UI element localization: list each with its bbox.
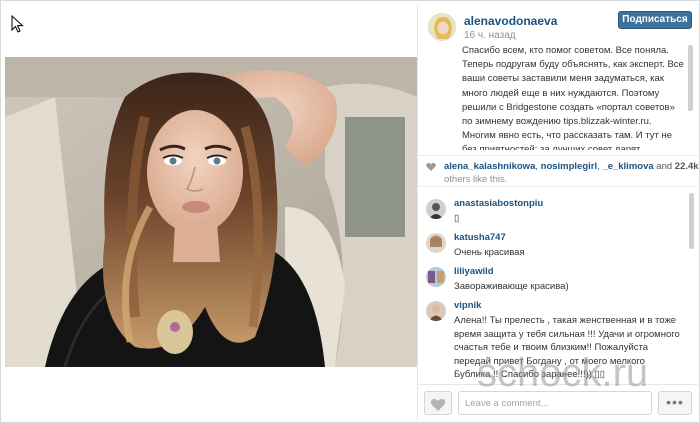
avatar[interactable] xyxy=(426,301,446,321)
more-button[interactable]: ••• xyxy=(658,391,692,415)
liker-link[interactable]: nosimplegirl xyxy=(541,161,597,172)
comment-text: ▯ xyxy=(454,213,460,224)
caption-scrollbar[interactable] xyxy=(688,45,693,111)
media-area xyxy=(5,5,417,420)
instagram-post-modal: alenavodonaeva 16 ч. назад Подписаться С… xyxy=(0,0,700,423)
comment-username[interactable]: liliyawild xyxy=(454,266,494,277)
avatar[interactable] xyxy=(426,199,446,219)
comment-username[interactable]: katusha747 xyxy=(454,232,506,243)
post-timestamp: 16 ч. назад xyxy=(464,30,516,41)
avatar[interactable] xyxy=(428,13,456,41)
likes-count[interactable]: 22.4k xyxy=(675,161,699,172)
likes-section: alena_kalashnikowa, nosimplegirl, _e_kli… xyxy=(418,155,699,187)
comment-username[interactable]: vipnik xyxy=(454,300,481,311)
avatar[interactable] xyxy=(426,233,446,253)
comment-username[interactable]: anastasiabostonpiu xyxy=(454,198,543,209)
more-icon: ••• xyxy=(666,394,684,410)
post-details-panel: alenavodonaeva 16 ч. назад Подписаться С… xyxy=(417,5,699,420)
post-caption: Спасибо всем, кто помог советом. Все пон… xyxy=(462,45,684,150)
list-item: katusha747 Очень красивая xyxy=(418,229,688,261)
list-item: anastasiabostonpiu ▯ xyxy=(418,195,688,227)
comments-list: anastasiabostonpiu ▯ katusha747 Очень кр… xyxy=(418,191,698,383)
likes-others-text: others like this. xyxy=(444,174,508,185)
heart-icon xyxy=(430,398,446,411)
comment-footer: ••• xyxy=(418,384,698,420)
follow-button[interactable]: Подписаться xyxy=(618,11,692,29)
comment-input[interactable] xyxy=(458,391,652,415)
post-author-username[interactable]: alenavodonaeva xyxy=(464,14,557,28)
liker-link[interactable]: _e_klimova xyxy=(602,161,653,172)
avatar[interactable] xyxy=(426,267,446,287)
list-item: vipnik Алена!! Ты прелесть , такая женст… xyxy=(418,297,688,383)
comment-text: Завораживающе красива) xyxy=(454,281,569,292)
liker-link[interactable]: alena_kalashnikowa xyxy=(444,161,535,172)
comments-scrollbar[interactable] xyxy=(689,193,694,249)
cursor-icon xyxy=(11,15,24,33)
like-button[interactable] xyxy=(424,391,452,415)
post-header: alenavodonaeva 16 ч. назад Подписаться xyxy=(418,5,698,41)
likers-list: alena_kalashnikowa, nosimplegirl, _e_kli… xyxy=(444,161,699,172)
list-item: liliyawild Завораживающе красива) xyxy=(418,263,688,295)
comment-text: Очень красивая xyxy=(454,247,525,258)
comment-text: Алена!! Ты прелесть , такая женственная … xyxy=(454,315,680,381)
post-photo[interactable] xyxy=(5,57,417,367)
heart-icon xyxy=(426,162,436,171)
